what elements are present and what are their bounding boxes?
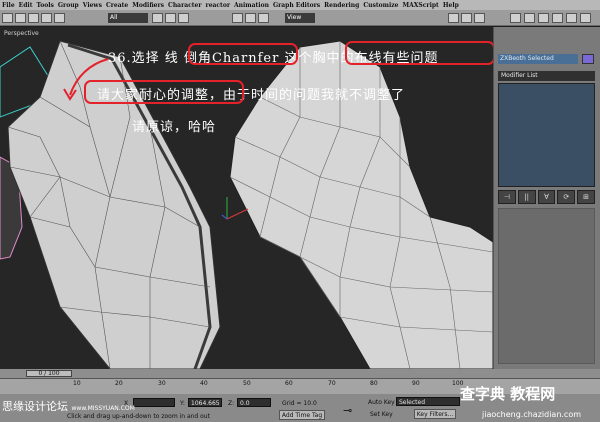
prompt-line: Click and drag up-and-down to zoom in an… — [67, 413, 210, 420]
menu-views[interactable]: Views — [83, 2, 102, 9]
auto-key-mode-dropdown[interactable]: Selected — [396, 397, 460, 406]
selection-filter-dropdown[interactable]: All — [108, 13, 148, 23]
reference-coordinate-dropdown[interactable]: View — [285, 13, 315, 23]
viewport-label[interactable]: Perspective — [4, 30, 39, 37]
watermark-left-url: www.MISSYUAN.COM — [71, 405, 135, 412]
watermark-url: jiaocheng.chazidian.com — [482, 410, 582, 419]
configure-sets-icon[interactable]: ⊞ — [577, 190, 595, 204]
menu-animation[interactable]: Animation — [234, 2, 269, 9]
object-color-swatch[interactable] — [582, 54, 594, 64]
menu-group[interactable]: Group — [58, 2, 79, 9]
tick-label: 80 — [370, 380, 378, 387]
grid-size-readout: Grid = 10.0 — [282, 400, 317, 407]
utilities-panel-icon[interactable] — [580, 13, 591, 23]
time-slider[interactable]: 0 / 100 — [0, 369, 600, 378]
menu-edit[interactable]: Edit — [19, 2, 33, 9]
tick-label: 30 — [158, 380, 166, 387]
select-move-icon[interactable] — [232, 13, 243, 23]
hierarchy-panel-icon[interactable] — [538, 13, 549, 23]
menu-help[interactable]: Help — [443, 2, 459, 9]
create-panel-icon[interactable] — [510, 13, 521, 23]
highlight-box-chamfer — [188, 43, 298, 65]
menu-create[interactable]: Create — [106, 2, 128, 9]
highlight-box-chest — [345, 41, 493, 65]
z-label: Z: — [228, 400, 235, 407]
modifier-list-dropdown[interactable]: Modifier List — [498, 71, 595, 81]
menu-file[interactable]: File — [2, 2, 15, 9]
set-key-button[interactable]: Set Key — [370, 411, 393, 418]
command-panel: ZXBeoth Selected Modifier List ⊣ || ∀ ⟳ … — [493, 27, 600, 369]
menu-maxscript[interactable]: MAXScript — [402, 2, 438, 9]
selection-region-icon[interactable] — [178, 13, 189, 23]
select-scale-icon[interactable] — [258, 13, 269, 23]
watermark-left-text: 思缘设计论坛 — [2, 400, 68, 413]
pin-stack-icon[interactable]: ⊣ — [498, 190, 516, 204]
redo-icon[interactable] — [15, 13, 26, 23]
tick-label: 60 — [285, 380, 293, 387]
rollout-area — [498, 208, 595, 364]
show-end-result-icon[interactable]: || — [517, 190, 536, 204]
watermark-left: 思缘设计论坛 www.MISSYUAN.COM — [2, 398, 135, 414]
tick-label: 40 — [200, 380, 208, 387]
bind-space-warp-icon[interactable] — [54, 13, 65, 23]
menu-tools[interactable]: Tools — [36, 2, 53, 9]
key-icon[interactable]: ⊸ — [343, 404, 352, 417]
select-object-icon[interactable] — [152, 13, 163, 23]
menu-graph-editors[interactable]: Graph Editors — [273, 2, 320, 9]
material-editor-icon[interactable] — [448, 13, 459, 23]
object-name-field[interactable]: ZXBeoth Selected — [498, 54, 578, 64]
x-coordinate-field[interactable] — [133, 398, 175, 407]
z-coordinate-field[interactable]: 0.0 — [237, 398, 271, 407]
watermark-right: 查字典 教程网 — [460, 385, 556, 403]
motion-panel-icon[interactable] — [552, 13, 563, 23]
menu-character[interactable]: Character — [168, 2, 201, 9]
perspective-viewport[interactable]: Perspective 36.选择 线 倒角Charnfer 这个胸中的布线有些… — [0, 27, 493, 369]
tick-label: 50 — [243, 380, 251, 387]
remove-modifier-icon[interactable]: ⟳ — [557, 190, 576, 204]
link-icon[interactable] — [28, 13, 39, 23]
y-coordinate-field[interactable]: 1064.665 — [188, 398, 222, 407]
tick-label: 90 — [412, 380, 420, 387]
make-unique-icon[interactable]: ∀ — [537, 190, 556, 204]
y-label: Y: — [180, 400, 185, 407]
time-slider-thumb[interactable]: 0 / 100 — [26, 370, 72, 377]
menu-reactor[interactable]: reactor — [206, 2, 230, 9]
tick-label: 20 — [115, 380, 123, 387]
key-filters-button[interactable]: Key Filters... — [414, 409, 456, 419]
select-by-name-icon[interactable] — [165, 13, 176, 23]
menu-rendering[interactable]: Rendering — [324, 2, 359, 9]
menu-bar: File Edit Tools Group Views Create Modif… — [0, 0, 600, 10]
stack-toolbar: ⊣ || ∀ ⟳ ⊞ — [498, 190, 595, 204]
modify-panel-icon[interactable] — [524, 13, 535, 23]
display-panel-icon[interactable] — [566, 13, 577, 23]
auto-key-button[interactable]: Auto Key — [368, 399, 395, 406]
annotation-arrow-icon — [63, 58, 109, 101]
annotation-line-3: 请原谅，哈哈 — [132, 120, 217, 135]
main-toolbar: All View — [0, 10, 600, 26]
add-time-tag-button[interactable]: Add Time Tag — [279, 410, 325, 420]
unlink-icon[interactable] — [41, 13, 52, 23]
tick-label: 10 — [73, 380, 81, 387]
undo-icon[interactable] — [2, 13, 13, 23]
menu-modifiers[interactable]: Modifiers — [132, 2, 164, 9]
menu-customize[interactable]: Customize — [363, 2, 398, 9]
modifier-stack[interactable] — [498, 83, 595, 187]
render-setup-icon[interactable] — [461, 13, 472, 23]
select-rotate-icon[interactable] — [245, 13, 256, 23]
render-frame-icon[interactable] — [474, 13, 485, 23]
tick-label: 70 — [328, 380, 336, 387]
